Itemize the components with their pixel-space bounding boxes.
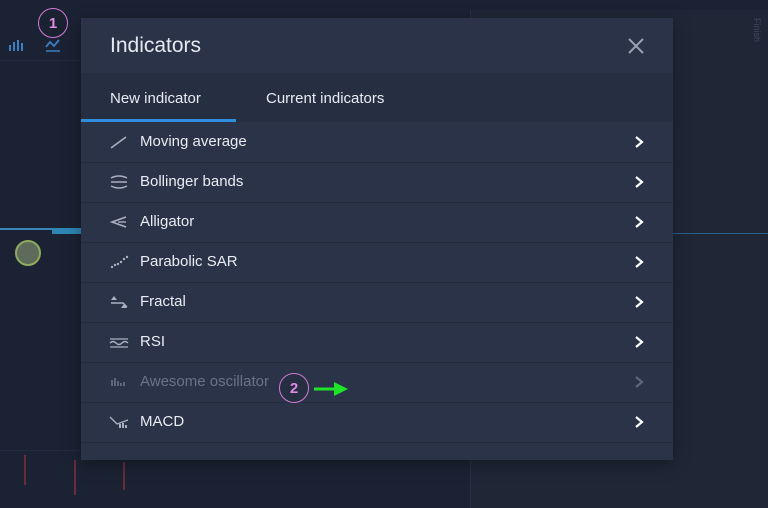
list-item-label: MACD xyxy=(140,413,185,430)
rsi-icon xyxy=(109,338,129,348)
modal-title: Indicators xyxy=(110,34,202,57)
indicator-item-macd[interactable]: MACD xyxy=(81,402,673,443)
indicator-item-fractal[interactable]: Fractal xyxy=(81,282,673,323)
macd-icon xyxy=(109,416,129,428)
avatar[interactable] xyxy=(15,240,41,266)
candle xyxy=(24,455,26,485)
chevron-right-icon xyxy=(635,416,644,428)
tab-current-indicators[interactable]: Current indicators xyxy=(266,90,384,107)
awesome-oscillator-icon xyxy=(111,378,125,386)
arrow-right-icon xyxy=(314,382,348,396)
price-line-left xyxy=(0,228,52,230)
indicators-modal: Indicators New indicator Current indicat… xyxy=(81,18,673,460)
finish-label: Finish xyxy=(752,18,762,43)
list-item-label: Parabolic SAR xyxy=(140,253,238,270)
tab-bar: New indicator Current indicators xyxy=(81,73,673,122)
candle xyxy=(74,460,76,495)
indicator-item-awesome-oscillator[interactable]: Awesome oscillator xyxy=(81,362,673,403)
chevron-right-icon xyxy=(635,256,644,268)
annotation-marker-1: 1 xyxy=(38,8,68,38)
indicator-item-parabolic-sar[interactable]: Parabolic SAR xyxy=(81,242,673,283)
alligator-icon xyxy=(109,216,127,228)
chevron-right-icon xyxy=(635,176,644,188)
chevron-right-icon xyxy=(635,376,644,388)
price-marker xyxy=(52,228,82,234)
list-item-label: Fractal xyxy=(140,293,186,310)
moving-average-icon xyxy=(110,136,127,149)
annotation-marker-2: 2 xyxy=(279,373,309,403)
list-item-label: Moving average xyxy=(140,133,247,150)
indicator-item-bollinger-bands[interactable]: Bollinger bands xyxy=(81,162,673,203)
candle xyxy=(123,462,125,490)
chevron-right-icon xyxy=(635,216,644,228)
chevron-right-icon xyxy=(635,336,644,348)
tab-new-indicator[interactable]: New indicator xyxy=(110,90,201,107)
list-item-label: Awesome oscillator xyxy=(140,373,269,390)
indicator-item-moving-average[interactable]: Moving average xyxy=(81,122,673,163)
chevron-right-icon xyxy=(635,136,644,148)
bollinger-bands-icon xyxy=(110,175,128,189)
list-item-label: RSI xyxy=(140,333,166,350)
parabolic-sar-icon xyxy=(110,255,129,269)
indicator-item-rsi[interactable]: RSI xyxy=(81,322,673,363)
list-item-label: Bollinger bands xyxy=(140,173,244,190)
chart-type-icon[interactable] xyxy=(8,38,24,52)
indicators-icon[interactable] xyxy=(45,38,61,52)
close-icon[interactable] xyxy=(625,35,647,57)
list-item-label: Alligator xyxy=(140,213,195,230)
price-line xyxy=(670,233,768,234)
fractal-icon xyxy=(111,296,128,308)
chevron-right-icon xyxy=(635,296,644,308)
indicator-item-alligator[interactable]: Alligator xyxy=(81,202,673,243)
modal-header: Indicators xyxy=(81,18,673,73)
